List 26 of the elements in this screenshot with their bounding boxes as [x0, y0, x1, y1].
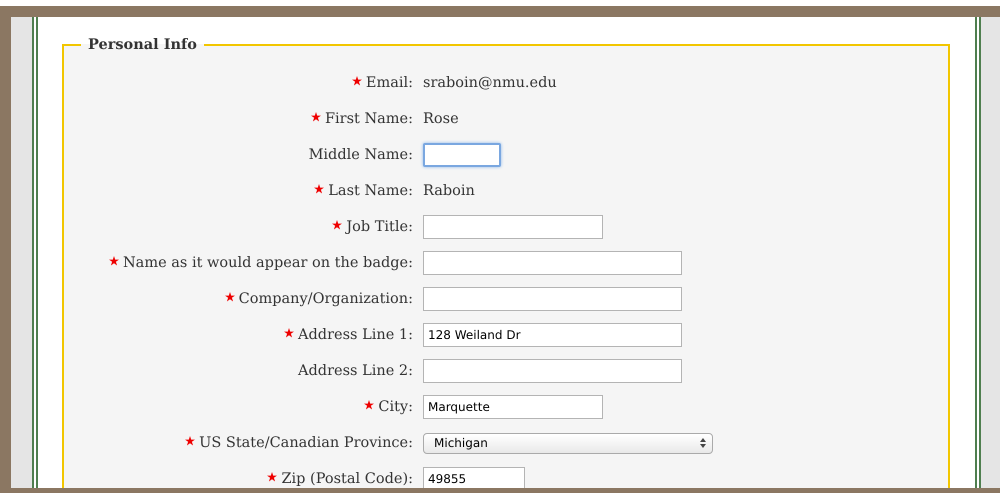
field-label: Address Line 2: [298, 363, 413, 379]
field-label: Email: [366, 75, 413, 91]
field-value: Raboin [423, 183, 476, 199]
field-value: sraboin@nmu.edu [423, 75, 558, 91]
up-down-arrows-icon [700, 438, 706, 448]
text-field[interactable]: 49855 [423, 467, 525, 488]
text-field[interactable] [423, 215, 603, 239]
section-title: Personal Info [87, 36, 198, 53]
text-field[interactable] [423, 359, 682, 383]
field-label: Job Title: [346, 219, 413, 235]
field-label: First Name: [324, 111, 413, 127]
text-field[interactable]: Marquette [423, 395, 603, 419]
text-field[interactable] [423, 287, 682, 311]
field-label: Address Line 1: [298, 327, 413, 343]
text-field[interactable] [423, 251, 682, 275]
field-label: Name as it would appear on the badge: [122, 255, 413, 271]
field-label: US State/Canadian Province: [199, 435, 413, 451]
text-field[interactable]: 128 Weiland Dr [423, 323, 682, 347]
field-label: Zip (Postal Code): [281, 471, 413, 487]
field-value: Rose [423, 111, 460, 127]
text-field[interactable] [423, 143, 501, 167]
field-label: Last Name: [328, 183, 413, 199]
field-label: Company/Organization: [238, 291, 413, 307]
field-label: City: [378, 399, 413, 415]
state-dropdown[interactable]: Michigan [423, 432, 713, 454]
field-label: Middle Name: [308, 147, 413, 163]
